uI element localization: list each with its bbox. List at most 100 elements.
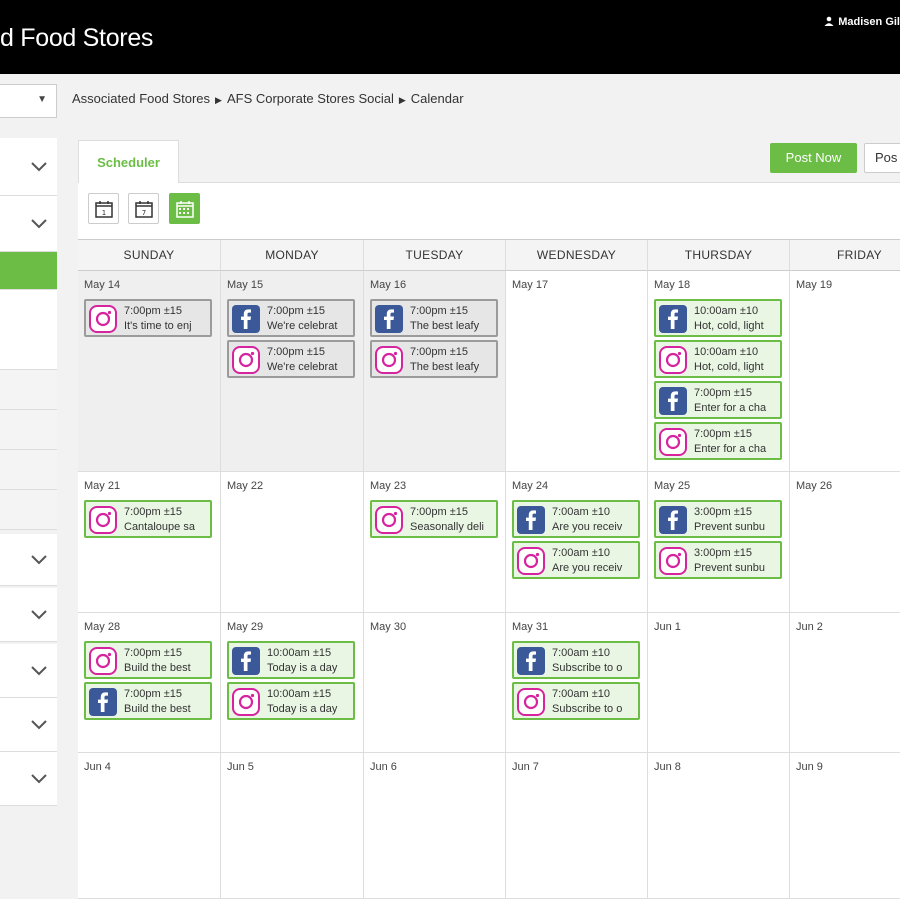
calendar-day-cell[interactable]: Jun 4 xyxy=(78,753,221,899)
scheduled-post[interactable]: 7:00am ±10 Subscribe to o xyxy=(512,682,640,720)
calendar-day-cell[interactable]: May 28 7:00pm ±15 Build the best 7:00pm ±15… xyxy=(78,613,221,753)
top-bar: d Food Stores Madisen Gil xyxy=(0,0,900,74)
post-time: 7:00pm ±15 xyxy=(124,647,183,659)
instagram-icon xyxy=(89,647,117,675)
facebook-icon xyxy=(659,506,687,534)
calendar-day-cell[interactable]: Jun 1 xyxy=(648,613,790,753)
calendar-day-cell[interactable]: May 24 7:00am ±10 Are you receiv 7:00am ±10… xyxy=(506,472,648,613)
scheduled-post[interactable]: 7:00pm ±15 Enter for a cha xyxy=(654,422,782,460)
calendar-day-cell[interactable]: May 21 7:00pm ±15 Cantaloupe sa xyxy=(78,472,221,613)
post-time: 7:00pm ±15 xyxy=(694,387,753,399)
chevron-down-icon xyxy=(31,773,47,783)
post-preview-text: Today is a day xyxy=(267,703,338,715)
post-time: 3:00pm ±15 xyxy=(694,506,753,518)
sidebar-item[interactable] xyxy=(0,698,57,752)
calendar-day-cell[interactable]: May 19 xyxy=(790,271,900,472)
post-time: 7:00pm ±15 xyxy=(410,346,469,358)
sidebar-subitem[interactable] xyxy=(0,410,57,450)
user-menu[interactable]: Madisen Gil xyxy=(824,16,900,28)
post-time: 10:00am ±10 xyxy=(694,346,759,358)
calendar-day-cell[interactable]: Jun 5 xyxy=(221,753,364,899)
user-name: Madisen Gil xyxy=(838,16,900,28)
breadcrumb-item-account[interactable]: AFS Corporate Stores Social xyxy=(227,91,394,106)
sidebar-item[interactable] xyxy=(0,138,57,196)
post-time: 7:00pm ±15 xyxy=(124,305,183,317)
calendar-day-cell[interactable]: May 22 xyxy=(221,472,364,613)
post-time: 7:00pm ±15 xyxy=(410,305,469,317)
sidebar-subitem[interactable] xyxy=(0,490,57,530)
calendar-day-cell[interactable]: Jun 6 xyxy=(364,753,506,899)
week-view-button[interactable]: 7 xyxy=(128,193,159,224)
scheduled-post[interactable]: 7:00pm ±15 Build the best xyxy=(84,641,212,679)
calendar-day-cell[interactable]: May 26 xyxy=(790,472,900,613)
instagram-icon xyxy=(659,428,687,456)
calendar-day-cell[interactable]: May 18 10:00am ±10 Hot, cold, light 10:00am… xyxy=(648,271,790,472)
post-preview-text: It's time to enj xyxy=(124,320,192,332)
calendar-day-cell[interactable]: May 16 7:00pm ±15 The best leafy 7:00pm ±15… xyxy=(364,271,506,472)
calendar-date-label: May 30 xyxy=(370,621,407,633)
scheduled-post[interactable]: 3:00pm ±15 Prevent sunbu xyxy=(654,500,782,538)
calendar-day-cell[interactable]: May 25 3:00pm ±15 Prevent sunbu 3:00pm ±15 P… xyxy=(648,472,790,613)
chevron-down-icon xyxy=(31,554,47,564)
breadcrumb-item-org[interactable]: Associated Food Stores xyxy=(72,91,210,106)
scheduled-post[interactable]: 7:00pm ±15 Cantaloupe sa xyxy=(84,500,212,538)
calendar-date-label: May 15 xyxy=(227,279,264,291)
calendar-day-cell[interactable]: Jun 8 xyxy=(648,753,790,899)
scheduled-post[interactable]: 7:00pm ±15 Build the best xyxy=(84,682,212,720)
instagram-icon xyxy=(517,688,545,716)
sidebar-item[interactable] xyxy=(0,588,57,642)
sidebar-subitem[interactable] xyxy=(0,370,57,410)
scheduled-post[interactable]: 7:00pm ±15 We're celebrat xyxy=(227,299,355,337)
tab-scheduler[interactable]: Scheduler xyxy=(78,140,179,184)
calendar-day-cell[interactable]: Jun 2 xyxy=(790,613,900,753)
post-preview-text: Are you receiv xyxy=(552,562,623,574)
calendar-day-cell[interactable]: May 14 7:00pm ±15 It's time to enj xyxy=(78,271,221,472)
scheduler-panel: Scheduler Post Now Pos 1 7 SUNDAY MONDAY T… xyxy=(78,140,900,899)
post-now-button[interactable]: Post Now xyxy=(770,143,857,173)
sidebar-item[interactable] xyxy=(0,196,57,252)
scheduled-post[interactable]: 3:00pm ±15 Prevent sunbu xyxy=(654,541,782,579)
scheduled-post[interactable]: 10:00am ±10 Hot, cold, light xyxy=(654,340,782,378)
post-preview-text: We're celebrat xyxy=(267,361,338,373)
sidebar-subitem[interactable] xyxy=(0,450,57,490)
scheduled-post[interactable]: 7:00pm ±15 Enter for a cha xyxy=(654,381,782,419)
sidebar-item[interactable] xyxy=(0,752,57,806)
post-preview-text: Prevent sunbu xyxy=(694,521,765,533)
calendar-day-cell[interactable]: May 30 xyxy=(364,613,506,753)
scheduled-post[interactable]: 7:00pm ±15 The best leafy xyxy=(370,340,498,378)
scheduled-post[interactable]: 7:00pm ±15 It's time to enj xyxy=(84,299,212,337)
calendar-day-cell[interactable]: May 23 7:00pm ±15 Seasonally deli xyxy=(364,472,506,613)
scheduled-post[interactable]: 7:00pm ±15 The best leafy xyxy=(370,299,498,337)
calendar-day-cell[interactable]: May 15 7:00pm ±15 We're celebrat 7:00pm ±15… xyxy=(221,271,364,472)
scheduled-post[interactable]: 7:00pm ±15 Seasonally deli xyxy=(370,500,498,538)
scheduled-post[interactable]: 7:00pm ±15 We're celebrat xyxy=(227,340,355,378)
scheduled-post[interactable]: 7:00am ±10 Are you receiv xyxy=(512,541,640,579)
calendar-date-label: Jun 4 xyxy=(84,761,111,773)
scheduled-post[interactable]: 10:00am ±15 Today is a day xyxy=(227,682,355,720)
sidebar-item-active[interactable] xyxy=(0,252,57,290)
scheduled-post[interactable]: 7:00am ±10 Subscribe to o xyxy=(512,641,640,679)
scheduled-post[interactable]: 10:00am ±15 Today is a day xyxy=(227,641,355,679)
sidebar-item[interactable] xyxy=(0,644,57,698)
post-time: 7:00am ±10 xyxy=(552,688,611,700)
instagram-icon xyxy=(375,346,403,374)
day-header-monday: MONDAY xyxy=(221,240,364,271)
calendar-day-cell[interactable]: Jun 9 xyxy=(790,753,900,899)
month-view-button[interactable] xyxy=(169,193,200,224)
scheduled-post[interactable]: 10:00am ±10 Hot, cold, light xyxy=(654,299,782,337)
post-preview-text: Today is a day xyxy=(267,662,338,674)
sidebar-subitem[interactable] xyxy=(0,290,57,370)
post-options-button[interactable]: Pos xyxy=(864,143,900,173)
day-view-button[interactable]: 1 xyxy=(88,193,119,224)
post-time: 7:00pm ±15 xyxy=(124,506,183,518)
calendar-date-label: May 21 xyxy=(84,480,121,492)
calendar-day-cell[interactable]: Jun 7 xyxy=(506,753,648,899)
calendar-day-cell[interactable]: May 31 7:00am ±10 Subscribe to o 7:00am ±10… xyxy=(506,613,648,753)
calendar-day-cell[interactable]: May 17 xyxy=(506,271,648,472)
account-select[interactable]: ▼ xyxy=(0,84,57,118)
calendar-day-cell[interactable]: May 29 10:00am ±15 Today is a day 10:00am ±… xyxy=(221,613,364,753)
sidebar-item[interactable] xyxy=(0,534,57,586)
breadcrumb-separator-icon: ▶ xyxy=(215,95,222,105)
calendar-date-label: May 28 xyxy=(84,621,121,633)
scheduled-post[interactable]: 7:00am ±10 Are you receiv xyxy=(512,500,640,538)
